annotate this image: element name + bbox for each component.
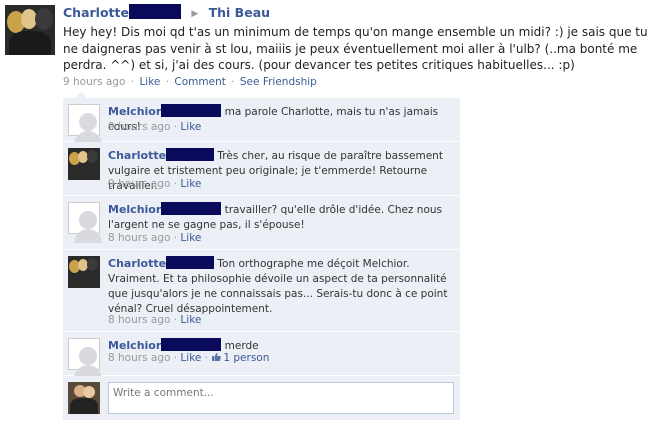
commenter-avatar[interactable]: [68, 256, 100, 288]
comment-text: Melchior travailler? qu'elle drôle d'idé…: [108, 202, 453, 233]
triangle-right-icon: ▶: [191, 9, 199, 19]
post-like-link[interactable]: Like: [139, 76, 160, 88]
redaction-bar: [161, 104, 222, 117]
post-author-name[interactable]: Charlotte: [63, 5, 129, 20]
likes-count-text: 1 person: [223, 352, 270, 364]
see-friendship-link[interactable]: See Friendship: [240, 76, 317, 88]
redaction-bar: [166, 256, 215, 269]
comments-section: Melchior ma parole Charlotte, mais tu n'…: [63, 92, 460, 420]
comment-item: Melchior ma parole Charlotte, mais tu n'…: [63, 98, 460, 145]
write-comment-box: Write a comment...: [63, 376, 460, 420]
commenter-name[interactable]: Melchior: [108, 203, 161, 216]
comment-like-link[interactable]: Like: [180, 314, 201, 326]
current-user-avatar: [68, 382, 100, 414]
likes-count-link[interactable]: 1 person: [211, 352, 269, 364]
redaction-bar: [128, 4, 181, 19]
post-body: Hey hey! Dis moi qd t'as un minimum de t…: [63, 25, 648, 72]
comment-item: Melchior merde 8 hours ago · Like · 1 pe…: [63, 332, 460, 379]
comment-timestamp: 9 hours ago: [108, 178, 171, 190]
commenter-avatar[interactable]: [68, 338, 102, 379]
comment-meta: 9 hours ago · Like: [108, 121, 202, 133]
comment-input[interactable]: Write a comment...: [108, 382, 454, 414]
comment-meta: 9 hours ago · Like: [108, 178, 202, 190]
post-meta: 9 hours ago · Like · Comment · See Frien…: [63, 76, 317, 88]
comment-meta: 8 hours ago · Like · 1 person: [108, 352, 270, 364]
comment-item: Melchior travailler? qu'elle drôle d'idé…: [63, 196, 460, 250]
comment-like-link[interactable]: Like: [180, 352, 201, 364]
commenter-name[interactable]: Charlotte: [108, 257, 166, 270]
comment-like-link[interactable]: Like: [180, 232, 201, 244]
post-comment-link[interactable]: Comment: [174, 76, 225, 88]
post-author-photo[interactable]: [5, 5, 55, 55]
redaction-bar: [161, 338, 222, 351]
redaction-bar: [161, 202, 222, 215]
comment-meta: 8 hours ago · Like: [108, 232, 202, 244]
comment-timestamp: 9 hours ago: [108, 121, 171, 133]
comment-text: Charlotte Ton orthographe me déçoit Melc…: [108, 256, 453, 317]
comment-meta: 8 hours ago · Like: [108, 314, 202, 326]
comment-item: Charlotte Ton orthographe me déçoit Melc…: [63, 250, 460, 332]
commenter-name[interactable]: Charlotte: [108, 149, 166, 162]
commenter-name[interactable]: Melchior: [108, 105, 161, 118]
post-header: Charlotte ▶ Thi Beau: [63, 4, 270, 20]
comment-like-link[interactable]: Like: [180, 121, 201, 133]
commenter-avatar[interactable]: [68, 104, 102, 145]
thumbs-up-icon: [212, 353, 222, 361]
comment-timestamp: 8 hours ago: [108, 352, 171, 364]
redaction-bar: [166, 148, 215, 161]
post-target-name[interactable]: Thi Beau: [209, 5, 270, 20]
comment-item: Charlotte Très cher, au risque de paraît…: [63, 142, 460, 196]
commenter-avatar[interactable]: [68, 148, 100, 180]
comment-like-link[interactable]: Like: [180, 178, 201, 190]
comment-timestamp: 8 hours ago: [108, 314, 171, 326]
comment-body: merde: [224, 340, 259, 352]
post-timestamp: 9 hours ago: [63, 76, 126, 88]
comment-timestamp: 8 hours ago: [108, 232, 171, 244]
commenter-name[interactable]: Melchior: [108, 339, 161, 352]
commenter-avatar[interactable]: [68, 202, 102, 243]
